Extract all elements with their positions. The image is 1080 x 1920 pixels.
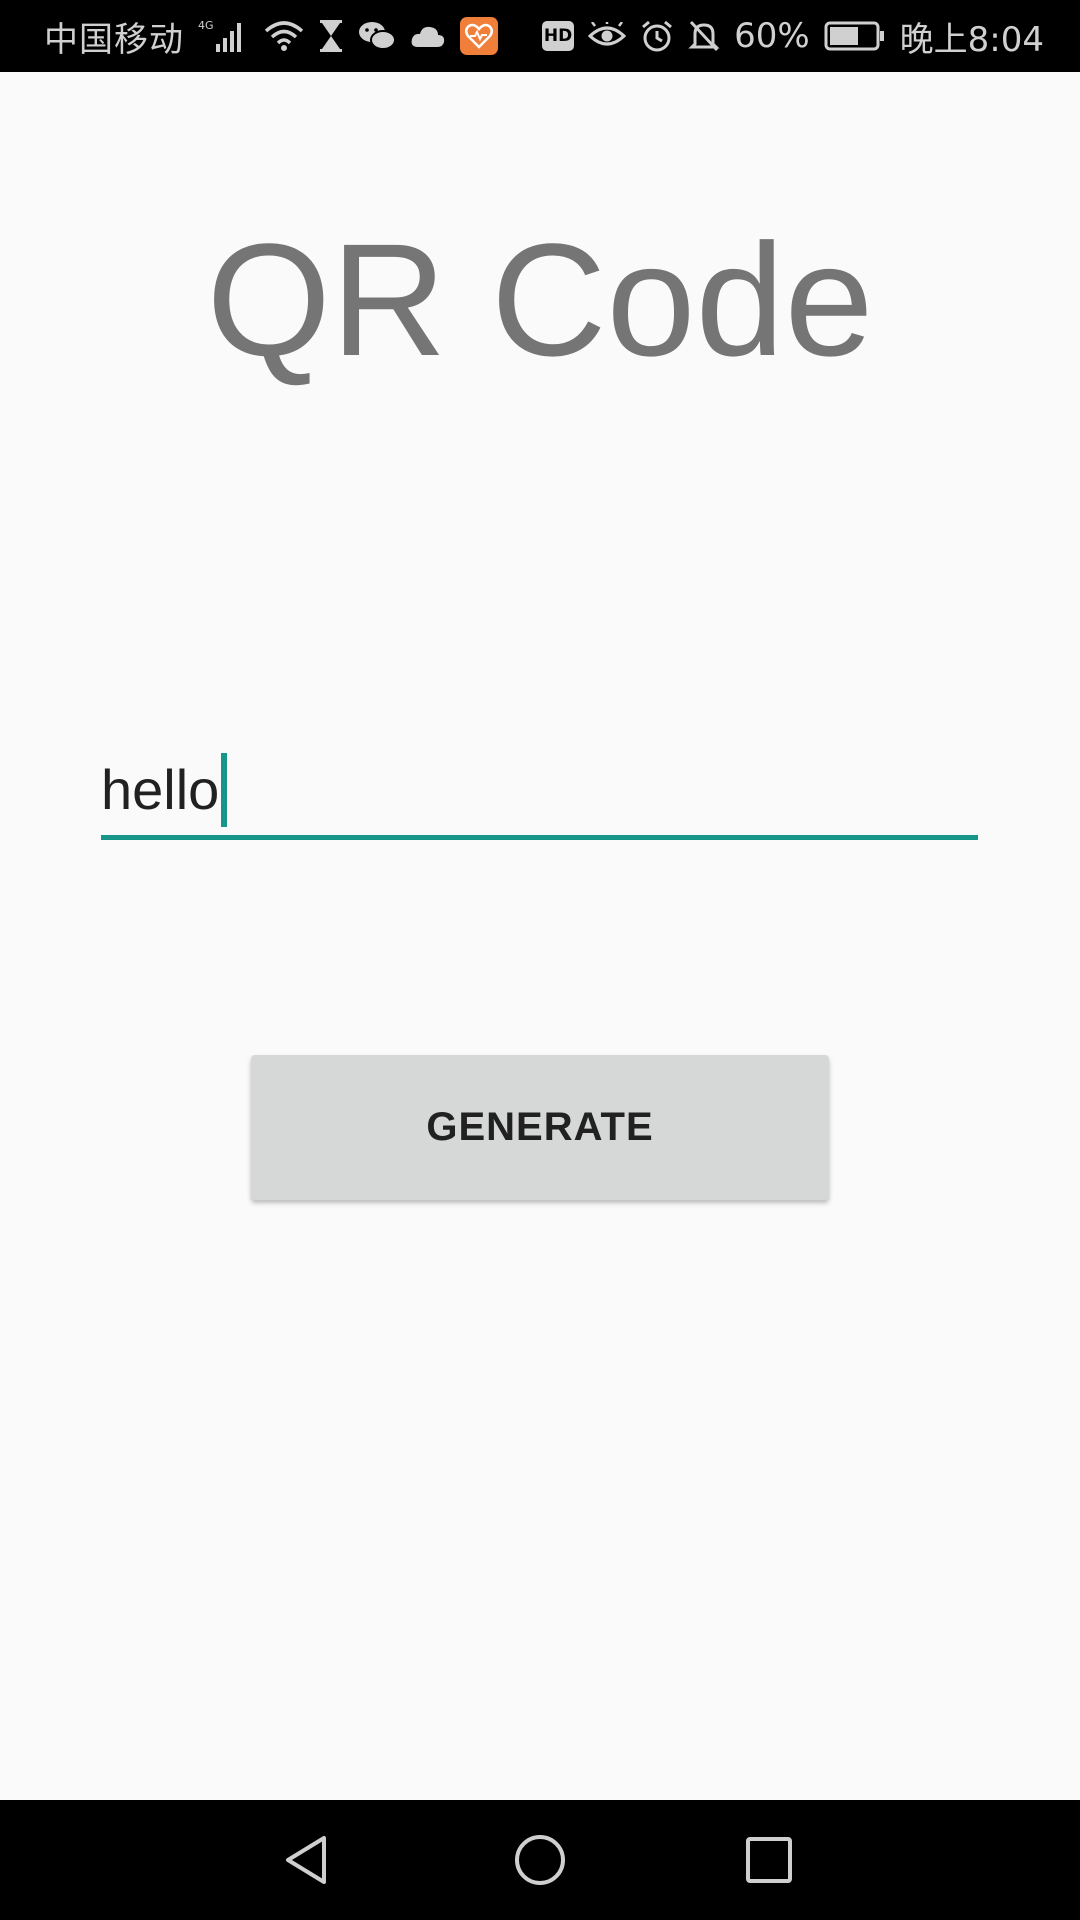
hd-icon: HD [542,21,575,51]
wifi-icon [264,19,304,53]
wechat-icon [358,20,396,52]
home-button[interactable] [480,1800,600,1920]
home-icon [515,1835,565,1885]
back-button[interactable] [248,1800,368,1920]
hourglass-icon [318,19,344,53]
text-cursor [221,753,228,827]
navigation-bar [0,1800,1080,1920]
status-bar-left: 中国移动 4G [44,12,498,61]
battery-percent: 60% [734,16,810,56]
carrier-label: 中国移动 [44,19,184,60]
recents-button[interactable] [709,1800,829,1920]
alarm-icon [640,19,674,53]
eye-icon [588,22,627,50]
back-icon [286,1836,326,1884]
status-bar-right: HD 60% 晚上8:04 [542,12,1044,61]
network-type-label: 4G [198,19,214,32]
signal-icon: 4G [198,18,250,54]
clock-time: 晚上8:04 [899,19,1044,60]
input-value[interactable]: hello [101,752,219,828]
app-screen: 中国移动 4G HD 60% 晚上8:04 QR Code hello GENE… [0,0,1080,1920]
recents-icon [746,1837,792,1883]
input-text-container[interactable]: hello [101,752,228,828]
text-input[interactable]: hello [101,740,978,840]
battery-icon [824,21,886,51]
page-title: QR Code [206,210,874,389]
cloud-icon [410,23,446,49]
status-bar: 中国移动 4G HD 60% 晚上8:04 [0,0,1080,72]
input-underline [101,835,978,840]
health-app-icon [460,17,498,55]
mute-icon [688,19,720,53]
generate-button[interactable]: GENERATE [251,1055,829,1200]
